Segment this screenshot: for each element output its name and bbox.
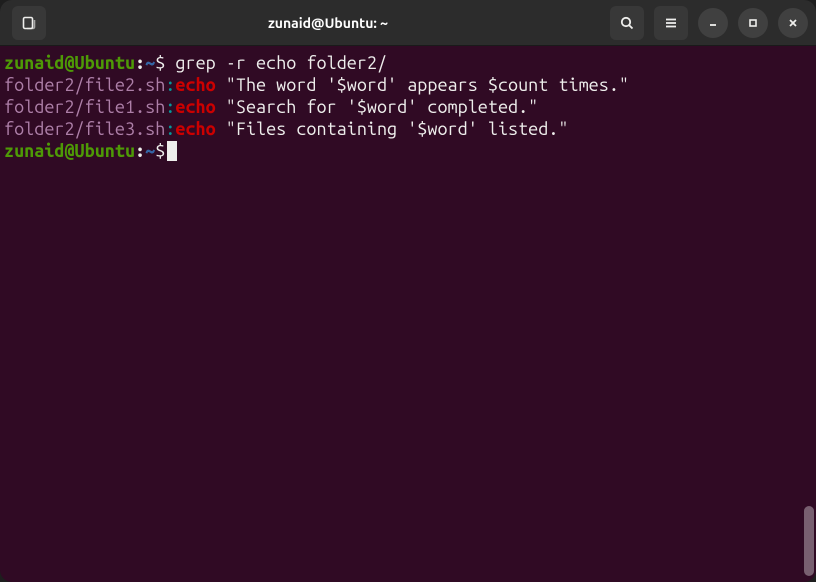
window-title: zunaid@Ubuntu: ~ — [46, 15, 610, 31]
minimize-button[interactable] — [698, 8, 728, 38]
grep-match: echo — [175, 119, 215, 139]
prompt-user: zunaid@Ubuntu — [4, 141, 135, 161]
scrollbar-thumb[interactable] — [804, 506, 814, 576]
grep-match: echo — [175, 75, 215, 95]
prompt-user: zunaid@Ubuntu — [4, 53, 135, 73]
grep-sep: : — [165, 119, 175, 139]
window-controls — [610, 6, 808, 40]
titlebar: zunaid@Ubuntu: ~ — [0, 0, 816, 46]
cursor — [167, 141, 177, 161]
command-text — [165, 53, 175, 73]
grep-file: folder2/file3.sh — [4, 119, 165, 139]
terminal-window: zunaid@Ubuntu: ~ — [0, 0, 816, 582]
prompt-path: ~ — [145, 53, 155, 73]
command-text: grep -r echo folder2/ — [175, 53, 387, 73]
terminal-content[interactable]: zunaid@Ubuntu:~$ grep -r echo folder2/ f… — [0, 46, 816, 582]
search-icon — [619, 15, 635, 31]
prompt-separator: : — [135, 53, 145, 73]
new-tab-icon — [21, 15, 37, 31]
grep-sep: : — [165, 75, 175, 95]
close-button[interactable] — [778, 8, 808, 38]
search-button[interactable] — [610, 6, 644, 40]
prompt-path: ~ — [145, 141, 155, 161]
grep-rest: "Files containing '$word' listed." — [216, 119, 569, 139]
minimize-icon — [706, 16, 720, 30]
prompt-symbol: $ — [155, 53, 165, 73]
new-tab-button[interactable] — [12, 6, 46, 40]
grep-rest: "Search for '$word' completed." — [216, 97, 539, 117]
grep-file: folder2/file1.sh — [4, 97, 165, 117]
grep-sep: : — [165, 97, 175, 117]
close-icon — [786, 16, 800, 30]
grep-file: folder2/file2.sh — [4, 75, 165, 95]
maximize-button[interactable] — [738, 8, 768, 38]
grep-rest: "The word '$word' appears $count times." — [216, 75, 629, 95]
prompt-symbol: $ — [155, 141, 165, 161]
menu-button[interactable] — [654, 6, 688, 40]
maximize-icon — [746, 16, 760, 30]
hamburger-icon — [663, 15, 679, 31]
grep-match: echo — [175, 97, 215, 117]
prompt-separator: : — [135, 141, 145, 161]
